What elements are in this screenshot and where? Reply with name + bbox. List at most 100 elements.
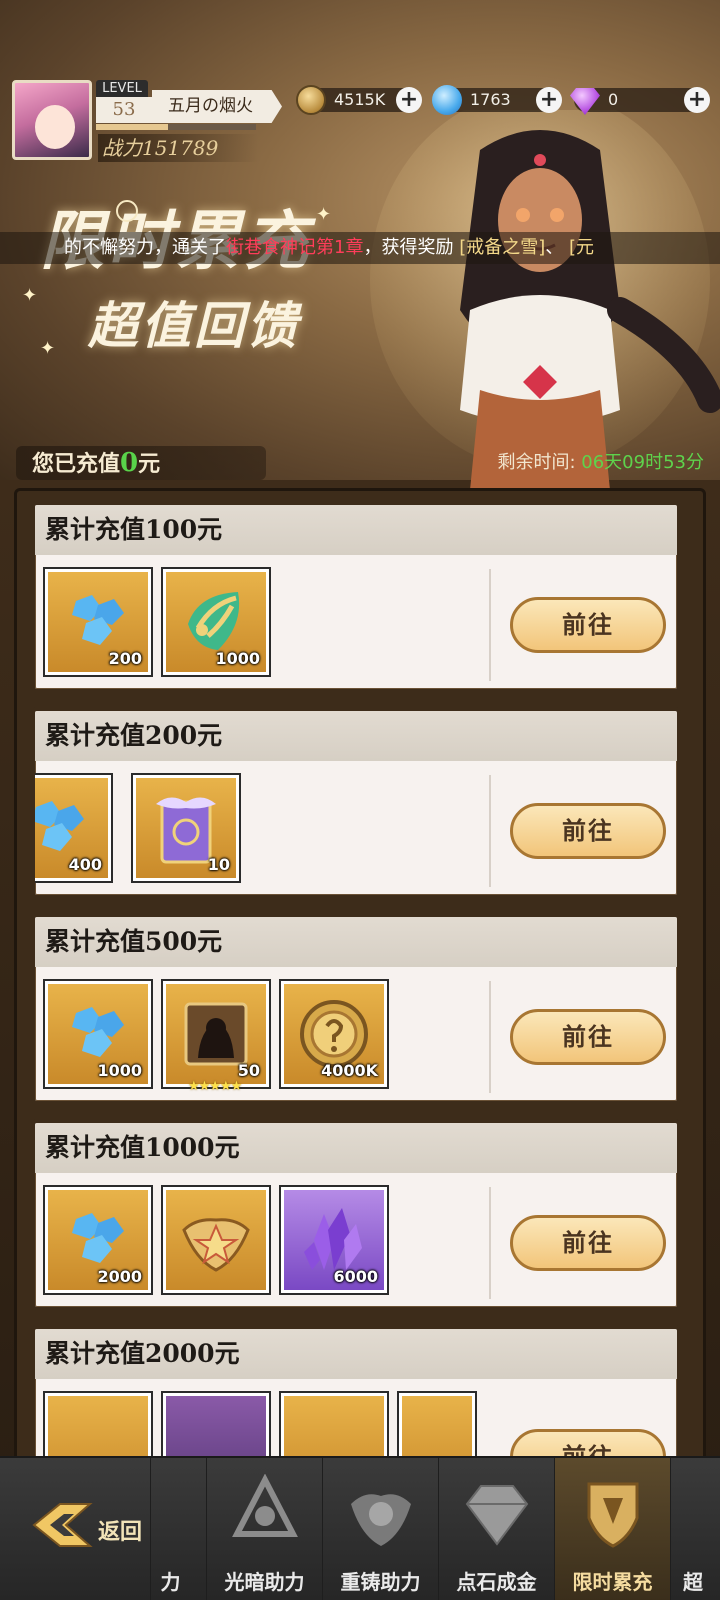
tab-partial-left[interactable]: 力: [150, 1458, 206, 1600]
star-rating: ★★★★★: [188, 1079, 242, 1094]
recharged-label: 您已充值: [32, 451, 121, 477]
go-button[interactable]: 前往: [510, 597, 666, 653]
remaining-label: 剩余时间:: [497, 452, 576, 473]
bottom-navigation: 返回 力 光暗助力 重铸助力 点石成金 限时累充 超: [0, 1456, 720, 1600]
tab-limited-recharge[interactable]: 限时累充: [554, 1458, 670, 1600]
item-quantity: 1000: [215, 649, 260, 668]
player-level: 53: [96, 97, 152, 123]
gold-shield-icon: [587, 1482, 639, 1548]
winged-crest-icon: [351, 1494, 411, 1546]
ticker-reward: [元: [568, 237, 594, 258]
item-quantity: 200: [108, 649, 142, 668]
reward-item[interactable]: ★★★★★ 50: [163, 981, 269, 1094]
reward-item[interactable]: [163, 1187, 269, 1293]
blue-gem-icon: [432, 85, 462, 115]
coin-resource: 4515K +: [296, 85, 422, 115]
tab-reforge-support[interactable]: 重铸助力: [322, 1458, 438, 1600]
go-button[interactable]: 前往: [510, 1215, 666, 1271]
ticker-text: 的不懈努力，通关了: [64, 237, 226, 258]
tier-title: 累计充值100元: [35, 505, 677, 555]
combat-power: 战力151789: [98, 134, 258, 162]
tab-alchemy[interactable]: 点石成金: [438, 1458, 554, 1600]
player-name: 五月の烟火: [152, 90, 282, 123]
tab-label: 超: [683, 1570, 703, 1594]
recharged-unit: 元: [138, 451, 161, 477]
level-label: LEVEL: [96, 80, 148, 98]
coin-amount: 4515K: [334, 90, 386, 109]
avatar-face: [35, 105, 75, 149]
tier-title: 累计充值500元: [35, 917, 677, 967]
sparkle-icon: ✦: [40, 338, 56, 359]
diamond-icon: [465, 1485, 529, 1546]
go-button[interactable]: 前往: [510, 803, 666, 859]
reward-tier-card: 累计充值100元 200 1000 前往: [31, 501, 681, 693]
ticker-text: 、: [545, 237, 564, 258]
reward-tier-list[interactable]: 累计充值100元 200 1000 前往 累计充值200元 400 10 前往 …: [14, 488, 706, 1470]
tab-label: 重铸助力: [340, 1570, 421, 1594]
tab-label: 力: [160, 1570, 181, 1594]
item-quantity: 6000: [333, 1267, 378, 1286]
reward-item[interactable]: 2000: [45, 1187, 151, 1293]
divider: [489, 775, 491, 887]
gem-amount: 1763: [470, 90, 511, 109]
reward-tier-card: 累计充值2000元 前往: [31, 1325, 681, 1467]
reward-tier-card: 累计充值500元 1000 ★★★★★ 50 4000K 前往: [31, 913, 681, 1105]
ticker-stage: 街巷食神记第1章: [226, 237, 364, 258]
blue-gem-icon: [72, 1213, 124, 1263]
item-quantity: 50: [237, 1061, 260, 1080]
reward-item[interactable]: 4000K: [281, 981, 387, 1087]
diamond-amount: 0: [608, 90, 619, 109]
exp-bar-fill: [96, 124, 168, 130]
add-gem-button[interactable]: +: [536, 87, 562, 113]
character-illustration: [370, 110, 720, 490]
item-quantity: 10: [207, 855, 230, 874]
remaining-time: 剩余时间: 06天09时53分: [497, 446, 704, 480]
tab-label: 点石成金: [456, 1570, 537, 1594]
sparkle-icon: ✦: [316, 204, 332, 225]
divider: [489, 569, 491, 681]
reward-item[interactable]: 10: [133, 775, 239, 881]
banner-subtitle: 超值回馈: [88, 296, 300, 355]
tier-title: 累计充值200元: [35, 711, 677, 761]
divider: [489, 1187, 491, 1299]
item-quantity: 4000K: [321, 1061, 378, 1080]
add-coin-button[interactable]: +: [396, 87, 422, 113]
item-quantity: 2000: [97, 1267, 142, 1286]
reward-item[interactable]: 1000: [45, 981, 151, 1087]
coin-icon: [296, 85, 326, 115]
recharged-total: 您已充值0元: [16, 446, 266, 480]
remaining-value: 06天09时53分: [581, 452, 704, 473]
blue-gem-icon: [35, 801, 84, 851]
reward-item[interactable]: 1000: [163, 569, 269, 675]
divider: [489, 981, 491, 1093]
diamond-resource: 0 +: [570, 87, 710, 115]
clock-icon: [116, 200, 138, 222]
recharged-amount: 0: [120, 448, 139, 478]
reward-tier-card: 累计充值1000元 2000 6000 前往: [31, 1119, 681, 1311]
blue-gem-icon: [72, 595, 124, 645]
reward-item[interactable]: 200: [45, 569, 151, 675]
tab-light-dark-support[interactable]: 光暗助力: [206, 1458, 322, 1600]
reward-item[interactable]: 6000: [281, 1187, 387, 1293]
triangle-emblem-icon: [232, 1474, 298, 1537]
item-quantity: 400: [68, 855, 102, 874]
reward-tier-card: 累计充值200元 400 10 前往: [31, 707, 681, 899]
reward-item[interactable]: 400: [35, 775, 111, 881]
gem-resource: 1763 +: [432, 85, 562, 115]
tab-label: 限时累充: [572, 1570, 653, 1594]
tab-label: 光暗助力: [224, 1570, 305, 1594]
back-arrow-icon: [32, 1503, 93, 1547]
blue-gem-icon: [72, 1007, 124, 1057]
tab-partial-right[interactable]: 超: [670, 1458, 720, 1600]
medal-emblem-icon: [182, 1218, 250, 1272]
add-diamond-button[interactable]: +: [684, 87, 710, 113]
ticker-text: ，获得奖励: [363, 237, 454, 258]
ticker-reward: [戒备之雪]: [459, 237, 546, 258]
item-quantity: 1000: [97, 1061, 142, 1080]
tier-title: 累计充值1000元: [35, 1123, 677, 1173]
go-button[interactable]: 前往: [510, 1009, 666, 1065]
broadcast-ticker: 的不懈努力，通关了街巷食神记第1章，获得奖励 [戒备之雪]、 [元: [0, 232, 720, 264]
player-avatar[interactable]: [12, 80, 92, 160]
sparkle-icon: ✦: [22, 285, 38, 306]
tier-title: 累计充值2000元: [35, 1329, 677, 1379]
